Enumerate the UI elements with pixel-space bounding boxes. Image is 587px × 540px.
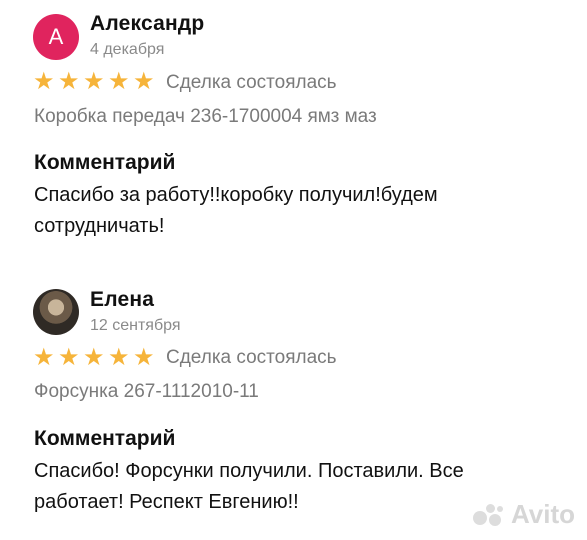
reviewer-name[interactable]: Елена [90, 288, 154, 312]
star-icon: ★ [133, 68, 155, 95]
avatar[interactable]: А [33, 14, 79, 60]
review-date: 4 декабря [90, 41, 165, 58]
rating-stars: ★ ★ ★ ★ ★ [33, 346, 156, 370]
star-icon: ★ [108, 68, 130, 95]
star-icon: ★ [83, 68, 105, 95]
watermark-text: Avito [510, 499, 575, 529]
star-icon: ★ [133, 344, 155, 371]
star-icon: ★ [58, 344, 80, 371]
comment-heading: Комментарий [34, 151, 176, 174]
avito-watermark: Avito [472, 499, 575, 530]
item-link[interactable]: Коробка передач 236-1700004 ямз маз [34, 106, 377, 128]
comment-text: Спасибо! Форсунки получили. Поставили. В… [34, 460, 464, 513]
rating-stars: ★ ★ ★ ★ ★ [33, 70, 156, 94]
comment-heading: Комментарий [34, 427, 176, 450]
avatar-letter: А [48, 24, 64, 49]
avito-logo-icon [472, 502, 505, 528]
avatar[interactable] [33, 289, 79, 335]
item-link[interactable]: Форсунка 267-1112010-11 [34, 381, 259, 403]
comment-text: Спасибо за работу!!коробку получил!будем… [34, 184, 438, 237]
reviewer-name[interactable]: Александр [90, 12, 204, 36]
star-icon: ★ [33, 68, 55, 95]
star-icon: ★ [33, 344, 55, 371]
star-icon: ★ [58, 68, 80, 95]
review-date: 12 сентября [90, 317, 181, 334]
star-icon: ★ [108, 344, 130, 371]
deal-status: Сделка состоялась [166, 347, 337, 368]
star-icon: ★ [83, 344, 105, 371]
deal-status: Сделка состоялась [166, 72, 337, 93]
